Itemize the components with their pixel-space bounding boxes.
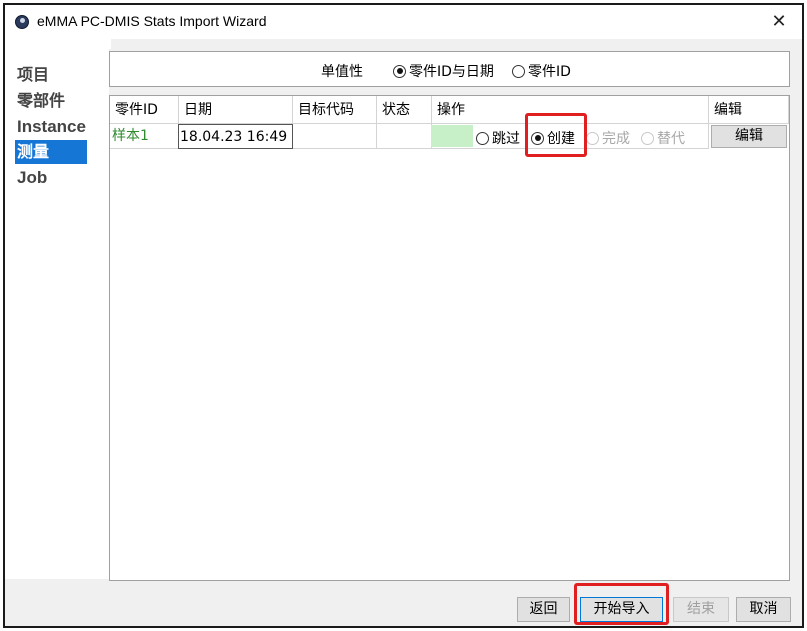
- uniqueness-option-partid-date[interactable]: 零件ID与日期: [393, 61, 494, 81]
- wizard-window: eMMA PC-DMIS Stats Import Wizard ✕ 项目 零部…: [3, 3, 804, 628]
- step-job[interactable]: Job: [15, 166, 87, 190]
- cell-date[interactable]: 18.04.23 16:49: [178, 124, 293, 149]
- column-header-part-id: 零件ID: [110, 96, 179, 124]
- table-header: 零件ID 日期 目标代码 状态 操作 编辑: [110, 96, 789, 124]
- operation-complete: 完成: [586, 128, 630, 148]
- main-panel: 单值性 零件ID与日期 零件ID 零件ID 日期 目标代码 状态 操作 编辑 样…: [109, 49, 792, 581]
- status-swatch: [431, 125, 473, 147]
- back-button[interactable]: 返回: [517, 597, 570, 622]
- column-header-target-code: 目标代码: [293, 96, 377, 124]
- start-import-button[interactable]: 开始导入: [580, 597, 663, 622]
- option-label: 创建: [547, 131, 575, 147]
- operation-skip[interactable]: 跳过: [476, 128, 520, 148]
- radio-icon[interactable]: [512, 64, 525, 78]
- step-part[interactable]: 零部件: [15, 89, 87, 113]
- step-project[interactable]: 项目: [15, 63, 87, 87]
- column-header-edit: 编辑: [709, 96, 789, 124]
- column-header-date: 日期: [179, 96, 293, 124]
- column-header-status: 状态: [377, 96, 432, 124]
- step-measurement[interactable]: 测量: [15, 140, 87, 164]
- table-row: 样本1 18.04.23 16:49 跳过 创建 完成 替代 编辑: [110, 124, 789, 149]
- column-header-operation: 操作: [432, 96, 709, 124]
- uniqueness-option-partid[interactable]: 零件ID: [512, 61, 571, 81]
- uniqueness-label: 单值性: [321, 64, 363, 80]
- option-label: 零件ID与日期: [409, 64, 494, 80]
- radio-icon: [641, 131, 654, 145]
- operation-replace: 替代: [641, 128, 685, 148]
- close-button[interactable]: ✕: [764, 9, 794, 35]
- cell-part-id[interactable]: 样本1: [110, 124, 179, 149]
- radio-icon[interactable]: [476, 131, 489, 145]
- emma-app-icon: [15, 15, 29, 29]
- option-label: 完成: [602, 131, 630, 147]
- option-label: 零件ID: [528, 64, 571, 80]
- uniqueness-bar: 单值性 零件ID与日期 零件ID: [109, 51, 790, 87]
- cell-status: [377, 124, 432, 149]
- option-label: 跳过: [492, 131, 520, 147]
- measurement-table: 零件ID 日期 目标代码 状态 操作 编辑 样本1 18.04.23 16:49…: [109, 95, 790, 581]
- radio-icon[interactable]: [393, 64, 406, 78]
- footer-buttons: 返回 开始导入 结束 取消: [5, 581, 802, 626]
- option-label: 替代: [657, 131, 685, 147]
- edit-button[interactable]: 编辑: [711, 125, 787, 148]
- step-instance[interactable]: Instance: [15, 115, 87, 139]
- cancel-button[interactable]: 取消: [736, 597, 791, 622]
- operation-create[interactable]: 创建: [531, 128, 575, 148]
- cell-target-code[interactable]: [293, 124, 377, 149]
- radio-icon: [586, 131, 599, 145]
- radio-icon[interactable]: [531, 131, 544, 145]
- finish-button: 结束: [673, 597, 729, 622]
- title-bar: eMMA PC-DMIS Stats Import Wizard ✕: [5, 5, 802, 39]
- wizard-steps-sidebar: 项目 零部件 Instance 测量 Job: [5, 39, 111, 579]
- window-title: eMMA PC-DMIS Stats Import Wizard: [37, 13, 267, 29]
